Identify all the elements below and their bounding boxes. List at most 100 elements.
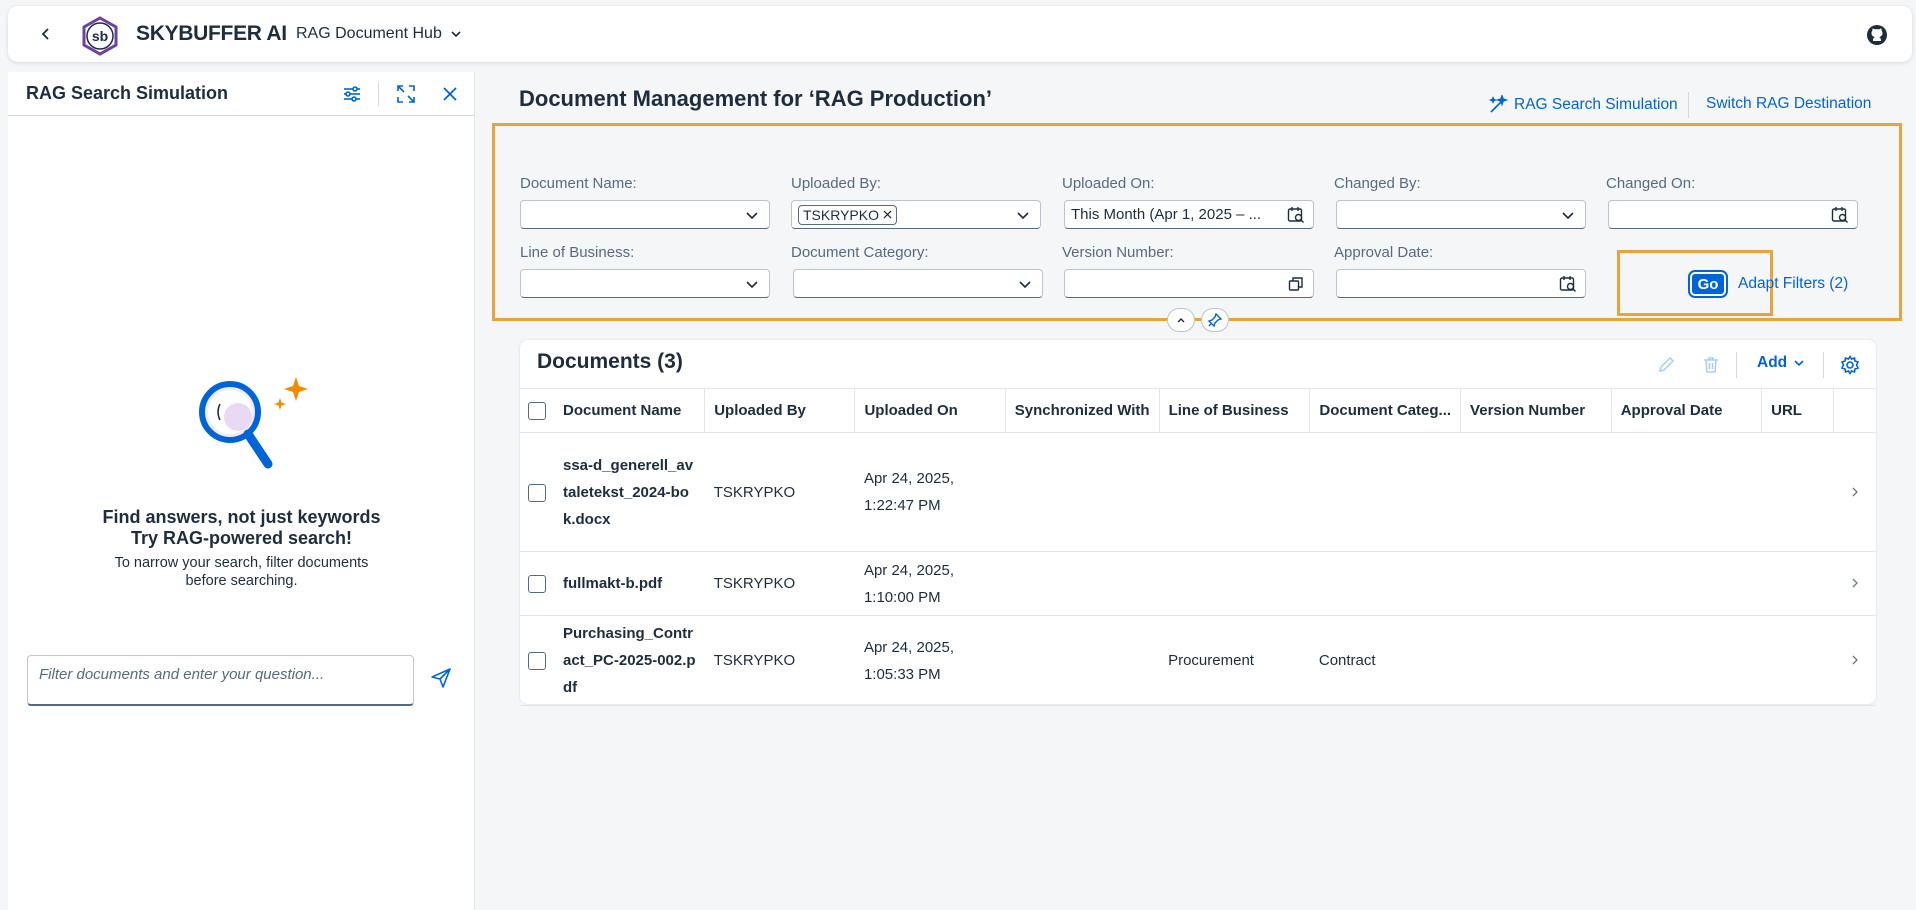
send-icon xyxy=(431,668,451,688)
panel-title: RAG Search Simulation xyxy=(26,83,229,103)
select-all-checkbox[interactable] xyxy=(528,401,546,420)
pin-filter-bar-button[interactable] xyxy=(1201,308,1229,332)
changed-on-datepicker[interactable] xyxy=(1608,200,1858,229)
approval-date-cell xyxy=(1611,551,1762,616)
row-navigation[interactable] xyxy=(1833,551,1876,616)
app-switcher[interactable]: RAG Document Hub xyxy=(296,25,462,43)
uploaded-on-time: 1:05:33 PM xyxy=(863,665,941,683)
column-header[interactable]: Line of Business xyxy=(1159,388,1311,433)
collapse-filter-bar-button[interactable] xyxy=(1167,308,1195,332)
chevron-down-icon[interactable] xyxy=(1012,204,1034,226)
close-icon[interactable] xyxy=(883,210,892,219)
chevron-up-icon xyxy=(1177,318,1185,323)
url-cell xyxy=(1761,551,1834,616)
approval-date-datepicker[interactable] xyxy=(1336,269,1586,298)
chevron-right-icon xyxy=(1852,487,1858,496)
line-of-business-label: Line of Business: xyxy=(520,244,635,261)
row-select-cell xyxy=(520,551,554,616)
changed-on-label: Changed On: xyxy=(1606,175,1696,192)
table-settings-button[interactable] xyxy=(1837,352,1863,378)
uploaded-on-datepicker[interactable]: This Month (Apr 1, 2025 – ... xyxy=(1064,200,1314,229)
pin-icon xyxy=(1208,313,1222,327)
column-header[interactable]: Document Name xyxy=(554,388,706,433)
sliders-icon xyxy=(344,86,360,102)
chevron-right-icon xyxy=(1852,655,1858,665)
document-category-cell: Contract xyxy=(1309,615,1461,706)
version-number-cell xyxy=(1460,615,1612,706)
github-icon[interactable] xyxy=(1866,24,1888,46)
approval-date-label: Approval Date: xyxy=(1334,244,1434,261)
uploaded-by-select[interactable]: TSKRYPKO xyxy=(791,200,1041,229)
link-separator xyxy=(1688,92,1689,118)
row-navigation[interactable] xyxy=(1833,432,1876,552)
uploaded-on-cell: Apr 24, 2025, 1:05:33 PM xyxy=(854,615,1006,706)
adapt-filters-button[interactable]: Adapt Filters (2) xyxy=(1738,275,1848,293)
header-separator xyxy=(378,82,379,106)
chevron-down-icon[interactable] xyxy=(1014,273,1036,295)
rag-search-simulation-link[interactable]: RAG Search Simulation xyxy=(1488,95,1678,115)
row-checkbox[interactable] xyxy=(528,652,546,671)
chevron-down-icon[interactable] xyxy=(741,273,763,295)
calendar-icon[interactable] xyxy=(1557,273,1579,295)
uploaded-on-cell: Apr 24, 2025, 1:10:00 PM xyxy=(854,551,1006,616)
version-number-label: Version Number: xyxy=(1062,244,1174,261)
line-of-business-select[interactable] xyxy=(520,269,770,298)
document-category-cell xyxy=(1309,551,1461,616)
question-input[interactable]: Filter documents and enter your question… xyxy=(27,655,414,706)
filter-settings-button[interactable] xyxy=(338,80,366,108)
shell-bar: sb SKYBUFFER AI RAG Document Hub xyxy=(8,6,1912,62)
line-of-business-cell: Procurement xyxy=(1159,615,1310,706)
add-label: Add xyxy=(1757,354,1788,371)
chevron-down-icon xyxy=(1794,360,1804,367)
trash-icon xyxy=(1704,357,1718,373)
uploaded-on-date: Apr 24, 2025, xyxy=(863,470,955,487)
back-button[interactable] xyxy=(34,22,58,46)
chevron-down-icon xyxy=(451,31,461,38)
empty-title-line-1: Find answers, not just keywords xyxy=(102,507,381,527)
chevron-down-icon[interactable] xyxy=(741,204,763,226)
close-panel-button[interactable] xyxy=(436,80,464,108)
row-navigation[interactable] xyxy=(1833,615,1876,706)
uploaded-on-time: 1:10:00 PM xyxy=(863,588,941,606)
chevron-down-icon[interactable] xyxy=(1557,204,1579,226)
send-button[interactable] xyxy=(430,667,456,693)
select-all-cell xyxy=(520,388,554,433)
column-header[interactable]: Synchronized With xyxy=(1005,388,1160,433)
changed-by-select[interactable] xyxy=(1336,200,1586,229)
version-number-input[interactable] xyxy=(1064,269,1314,298)
column-header[interactable]: Uploaded On xyxy=(854,388,1006,433)
url-cell xyxy=(1761,615,1834,706)
table-row[interactable]: Purchasing_Contract_PC-2025-002.pdf TSKR… xyxy=(520,615,1876,706)
switch-rag-destination-link[interactable]: Switch RAG Destination xyxy=(1706,95,1871,113)
pencil-icon xyxy=(1658,356,1675,373)
fullscreen-button[interactable] xyxy=(392,80,420,108)
edit-button[interactable] xyxy=(1653,352,1679,378)
empty-desc-line-1: To narrow your search, filter documents xyxy=(114,555,369,571)
calendar-icon[interactable] xyxy=(1285,204,1307,226)
column-header[interactable]: URL xyxy=(1761,388,1834,433)
uploaded-by-token[interactable]: TSKRYPKO xyxy=(798,204,897,225)
document-category-select[interactable] xyxy=(793,269,1043,298)
row-checkbox[interactable] xyxy=(528,483,546,502)
column-header[interactable]: Approval Date xyxy=(1611,388,1763,433)
column-header[interactable]: Document Categ... xyxy=(1309,388,1462,433)
go-button[interactable]: Go xyxy=(1688,270,1728,298)
uploaded-by-label: Uploaded By: xyxy=(791,175,882,192)
value-help-icon[interactable] xyxy=(1285,273,1307,295)
documents-title: Documents (3) xyxy=(537,350,683,373)
column-header[interactable]: Uploaded By xyxy=(704,388,856,433)
document-category-cell xyxy=(1309,432,1461,552)
add-button[interactable]: Add xyxy=(1757,354,1805,372)
delete-button[interactable] xyxy=(1698,352,1724,378)
synchronized-with-cell xyxy=(1005,551,1160,616)
calendar-icon[interactable] xyxy=(1829,204,1851,226)
row-checkbox[interactable] xyxy=(528,575,546,594)
column-header[interactable]: Version Number xyxy=(1460,388,1612,433)
toolbar-separator xyxy=(1823,352,1824,378)
gear-icon xyxy=(1840,355,1860,375)
document-name-select[interactable] xyxy=(520,200,770,229)
uploaded-on-label: Uploaded On: xyxy=(1062,175,1155,192)
version-number-cell xyxy=(1460,432,1612,552)
table-row[interactable]: ssa-d_generell_avtaletekst_2024-bok.docx… xyxy=(520,432,1876,552)
table-row[interactable]: fullmakt-b.pdf TSKRYPKO Apr 24, 2025, 1:1… xyxy=(520,551,1876,616)
